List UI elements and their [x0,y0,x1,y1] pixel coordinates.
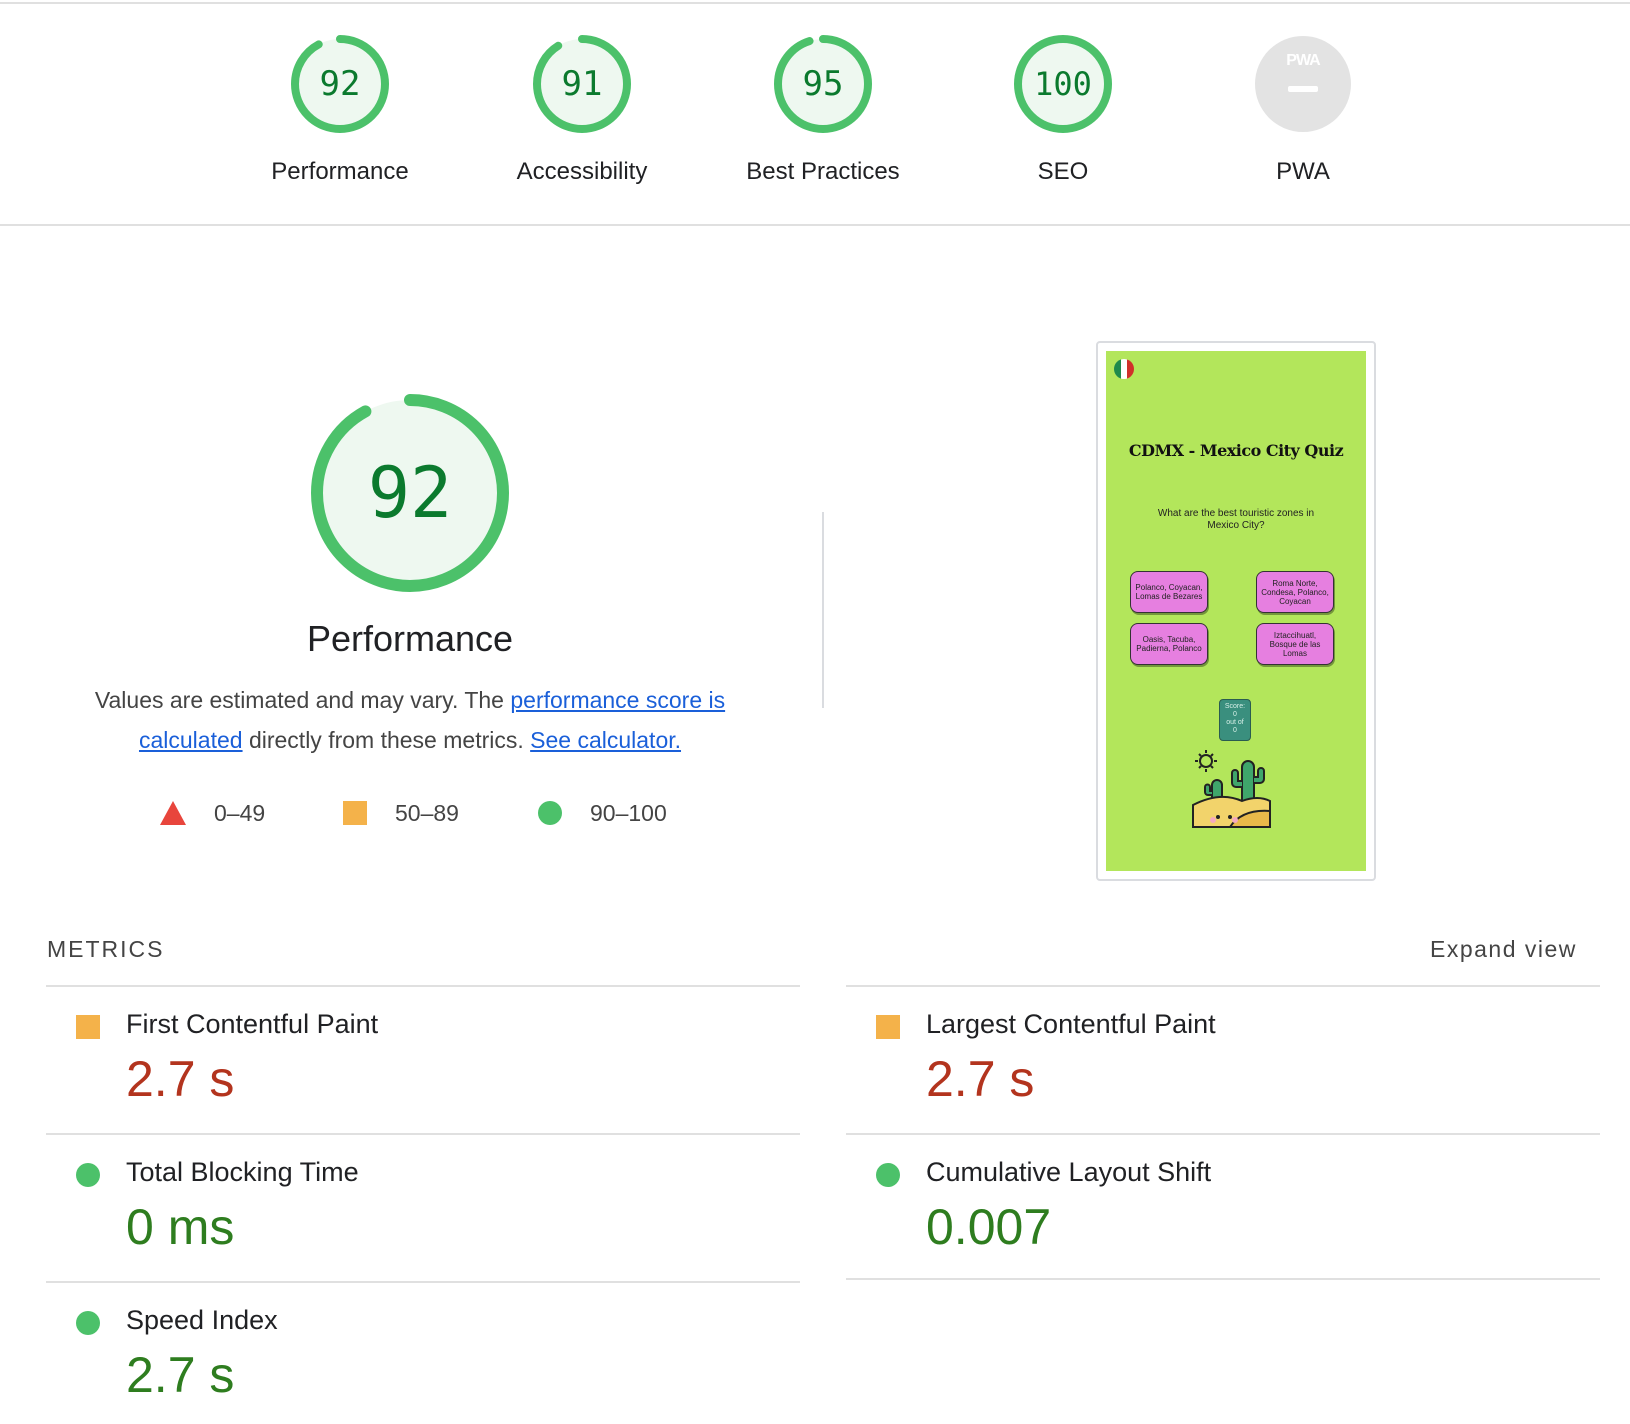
metric-value: 0.007 [926,1199,1052,1255]
pass-circle-icon [76,1311,100,1335]
legend-fail: 0–49 [160,798,310,828]
quiz-option: Oasis, Tacuba, Padierna, Polanco [1130,623,1208,665]
gauge-score: 91 [561,64,603,104]
gauge-performance[interactable]: 92 Performance [230,34,450,186]
gauge-label: Accessibility [516,158,648,185]
desc-text: Values are estimated and may vary. The [94,687,511,713]
gauge-ring: 91 [532,34,632,134]
legend-pass: 90–100 [538,798,708,828]
square-icon [343,801,367,825]
legend-range: 50–89 [395,800,459,826]
metric-total-blocking-time: Total Blocking Time 0 ms [46,1135,806,1275]
metric-first-contentful-paint: First Contentful Paint 2.7 s [46,987,806,1127]
pwa-badge-icon: PWA [1255,36,1351,132]
performance-main-gauge: 92 [310,393,510,593]
quiz-option: Polanco, Coyacan, Lomas de Bezares [1130,571,1208,613]
metric-speed-index: Speed Index 2.7 s [46,1283,806,1423]
gauge-pwa[interactable]: PWA PWA [1193,34,1413,186]
gauge-ring: 100 [1013,34,1113,134]
pwa-dash [1288,86,1318,92]
metric-cumulative-layout-shift: Cumulative Layout Shift 0.007 [846,1135,1606,1275]
gauge-best-practices[interactable]: 95 Best Practices [713,34,933,186]
metric-largest-contentful-paint: Largest Contentful Paint 2.7 s [846,987,1606,1127]
score-total: 0 [1233,727,1237,734]
pass-circle-icon [876,1163,900,1187]
quiz-option: Roma Norte, Condesa, Polanco, Coyacan [1256,571,1334,613]
app-screenshot: CDMX - Mexico City Quiz What are the bes… [1106,351,1366,871]
metric-label: Total Blocking Time [126,1157,359,1187]
performance-description: Values are estimated and may vary. The p… [70,680,750,760]
expand-view-toggle[interactable]: Expand view [1430,936,1577,963]
gauge-score: 92 [319,64,361,104]
metric-label: First Contentful Paint [126,1009,379,1039]
divider [846,1278,1600,1280]
quiz-score-box: Score: 0 out of 0 [1219,699,1251,741]
metric-label: Largest Contentful Paint [926,1009,1216,1039]
metric-label: Speed Index [126,1305,278,1335]
triangle-icon [160,801,186,825]
cactus-desert-icon [1192,750,1271,828]
final-screenshot-thumbnail[interactable]: CDMX - Mexico City Quiz What are the bes… [1096,341,1376,881]
average-square-icon [76,1015,100,1039]
score-out-of: out of [1226,719,1244,726]
circle-icon [538,801,562,825]
desc-text: directly from these metrics. [242,727,531,753]
quiz-question: What are the best touristic zones in Mex… [1157,508,1315,531]
legend-range: 90–100 [590,800,667,826]
category-gauges-bar: 92 Performance 91 Accessibility 95 Best … [0,4,1630,226]
gauge-label: SEO [1037,158,1089,185]
quiz-title: CDMX - Mexico City Quiz [1128,441,1344,460]
pwa-mark: PWA [1286,52,1320,69]
average-square-icon [876,1015,900,1039]
gauge-ring: 92 [290,34,390,134]
quiz-option: Iztaccihuatl, Bosque de las Lomas [1256,623,1334,665]
metric-value: 2.7 s [126,1347,235,1403]
metric-value: 2.7 s [126,1051,235,1107]
gauge-label: Performance [271,158,409,185]
gauge-score: 95 [802,64,844,104]
metric-value: 0 ms [126,1199,235,1255]
legend-range: 0–49 [214,800,266,826]
metric-label: Cumulative Layout Shift [926,1157,1212,1187]
see-calculator-link[interactable]: See calculator. [530,727,681,753]
performance-title: Performance [306,618,514,659]
gauge-accessibility[interactable]: 91 Accessibility [472,34,692,186]
score-label: Score: [1224,703,1246,710]
metrics-header: METRICS [47,936,165,962]
section-divider [822,512,824,708]
score-value: 0 [1233,711,1237,718]
gauge-label: PWA [1276,158,1330,185]
gauge-label: Best Practices [746,158,900,185]
legend-average: 50–89 [343,798,493,828]
mexico-flag-icon [1114,359,1134,379]
gauge-ring: 95 [773,34,873,134]
metric-value: 2.7 s [926,1051,1035,1107]
gauge-seo[interactable]: 100 SEO [953,34,1173,186]
performance-score: 92 [367,452,453,534]
pass-circle-icon [76,1163,100,1187]
gauge-score: 100 [1034,65,1092,103]
